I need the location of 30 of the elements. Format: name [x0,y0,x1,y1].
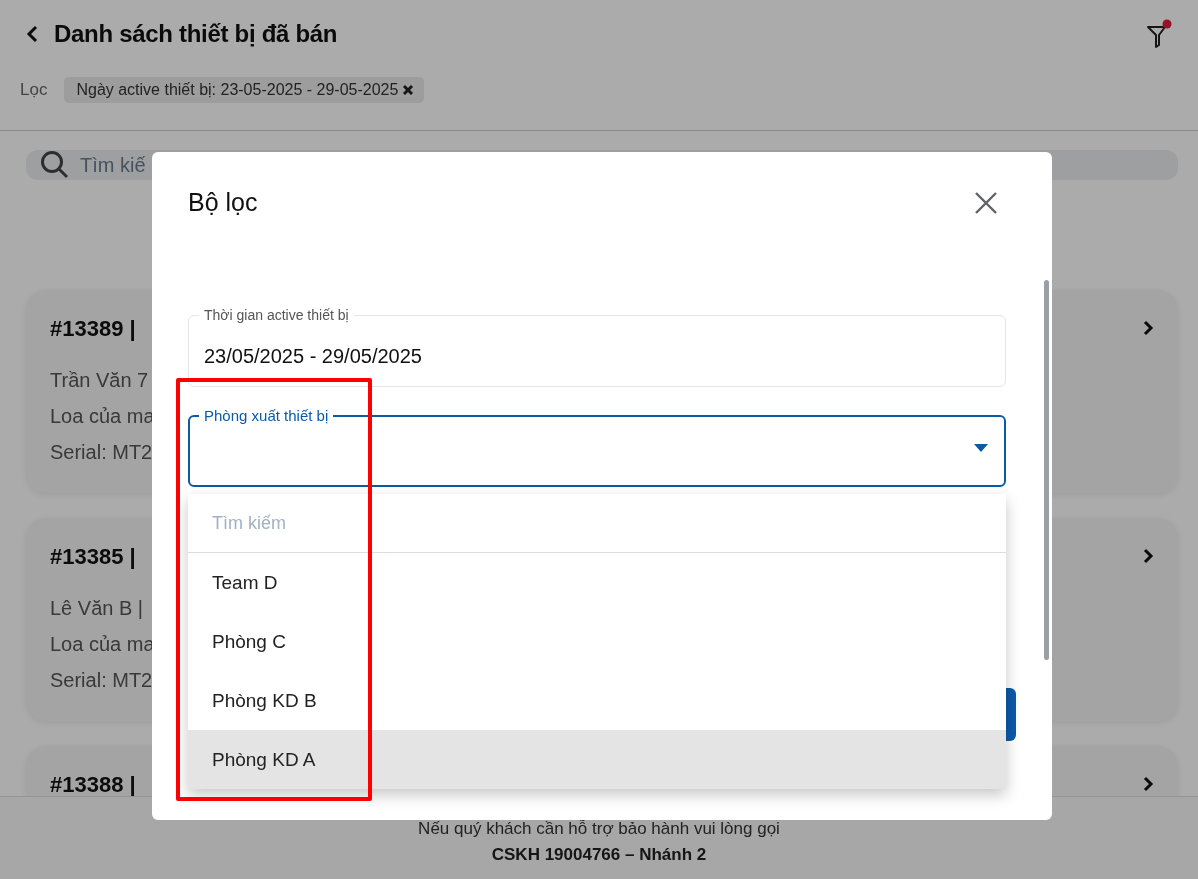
device-title: #13388 | [50,772,136,798]
search-icon [40,150,70,180]
dropdown-option[interactable]: Team D [188,553,1006,612]
filter-chip[interactable]: Ngày active thiết bị: 23-05-2025 - 29-05-2025 [64,77,425,103]
filter-label: Lọc [20,80,48,100]
device-detail: Lê Văn B | [50,596,145,621]
chevron-right-icon[interactable] [1142,320,1154,336]
support-note: Nếu quý khách cần hỗ trợ bảo hành vui lòng gọi [418,819,780,839]
device-detail: Trần Văn 7 [50,368,150,393]
device-title: #13385 | [50,544,137,570]
dialog-title: Bộ lọc [188,188,258,217]
dropdown-caret-icon [974,444,988,452]
dropdown-option[interactable]: Phòng KD A [188,730,1006,789]
device-title: #13389 | [50,316,137,342]
device-detail: Serial: MT2 [50,440,154,465]
chevron-right-icon[interactable] [1142,776,1154,792]
hotline-text: CSKH 19004766 – Nhánh 2 [491,845,707,865]
dropdown-option[interactable]: Phòng C [188,612,1006,671]
select-field[interactable]: Phòng xuất thiết bị [188,407,1006,487]
close-icon[interactable] [402,84,415,96]
dropdown-search-field[interactable]: Tìm kiếm [188,494,1006,553]
search-field[interactable]: Tìm kiế [78,152,282,178]
scrollbar[interactable] [1044,280,1049,660]
device-detail: Serial: MT2 [50,668,154,693]
dropdown-option[interactable]: Phòng KD B [188,671,1006,730]
page-title: Danh sách thiết bị đã bán [54,20,338,48]
close-icon[interactable] [974,190,998,215]
back-icon[interactable] [26,25,40,43]
chevron-right-icon[interactable] [1142,548,1154,564]
filter-icon[interactable] [1146,19,1172,49]
